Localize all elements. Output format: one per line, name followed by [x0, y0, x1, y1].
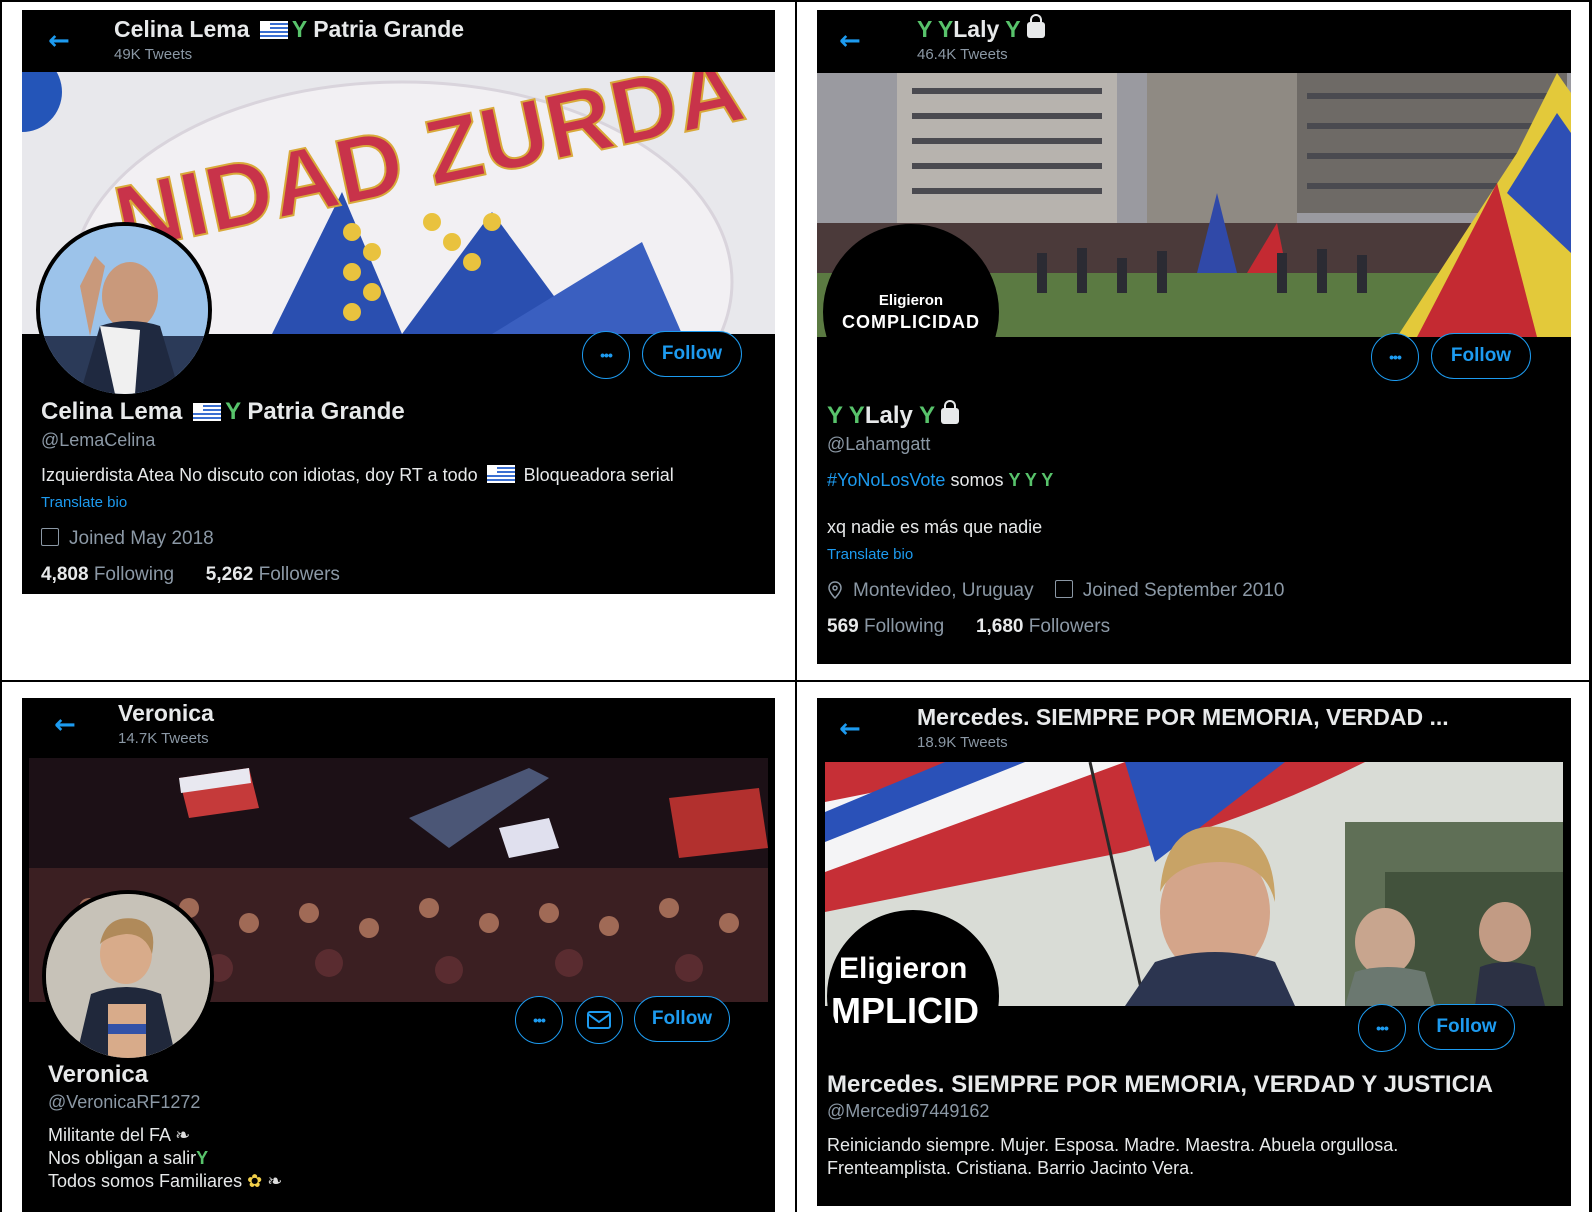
profile-panel-veronica: ← Veronica 14.7K Tweets ••• Follow Veron…: [22, 698, 775, 1212]
follow-button[interactable]: Follow: [634, 996, 730, 1042]
hashtag-link[interactable]: #YoNoLosVote: [827, 470, 945, 490]
sprout-icon: Y Y: [917, 16, 954, 42]
follow-button[interactable]: Follow: [1431, 333, 1531, 379]
dove-icon: ❧: [267, 1171, 283, 1191]
profile-bio-line1: Militante del FA ❧: [48, 1125, 191, 1145]
profile-bio-line1: #YoNoLosVote somos Y Y Y: [827, 470, 1054, 490]
avatar[interactable]: [42, 890, 214, 1062]
tweet-count: 46.4K Tweets: [917, 46, 1008, 63]
uruguay-flag-icon: [259, 21, 288, 39]
flower-icon: ✿: [247, 1171, 263, 1191]
back-arrow-icon[interactable]: ←: [839, 716, 865, 742]
sprout-icon: Y: [999, 16, 1021, 42]
profile-meta: Montevideo, Uruguay Joined September 201…: [827, 580, 1285, 602]
more-options-button[interactable]: •••: [582, 331, 630, 379]
profile-name: Mercedes. SIEMPRE POR MEMORIA, VERDAD Y …: [827, 1071, 1493, 1098]
tweet-count: 49K Tweets: [114, 46, 193, 63]
profile-bio-line2: xq nadie es más que nadie: [827, 517, 1043, 537]
sprout-icon: Y: [225, 398, 241, 425]
envelope-icon: [587, 1011, 611, 1029]
sprout-icon: Y: [196, 1148, 209, 1168]
avatar-caption-line1: Eligieron: [878, 292, 944, 309]
header-name: Veronica: [118, 700, 214, 726]
back-arrow-icon[interactable]: ←: [839, 28, 865, 54]
sprout-icon: Y: [912, 402, 936, 429]
back-arrow-icon[interactable]: ←: [48, 28, 74, 54]
profile-handle: @LemaCelina: [41, 430, 156, 450]
profile-bio: Izquierdista Atea No discuto con idiotas…: [41, 465, 674, 485]
more-options-button[interactable]: •••: [515, 996, 563, 1044]
lock-icon: [941, 400, 960, 424]
more-options-button[interactable]: •••: [1358, 1004, 1406, 1052]
top-bar: ← Celina Lema Y Patria Grande 49K Tweets: [22, 10, 775, 72]
header-name: Y YLaly Y: [917, 14, 1045, 43]
profile-bio-line2: Frenteamplista. Cristiana. Barrio Jacint…: [827, 1158, 1195, 1178]
profile-panel-laly: ← Y YLaly Y 46.4K Tweets Eligieron COMPL…: [817, 10, 1571, 664]
profile-handle: @Lahamgatt: [827, 434, 931, 454]
translate-bio-link[interactable]: Translate bio: [41, 494, 127, 511]
message-button[interactable]: [575, 996, 623, 1044]
avatar-caption-line2: MPLICID: [831, 990, 979, 1031]
profile-handle: @Mercedi97449162: [827, 1101, 990, 1121]
follow-button[interactable]: Follow: [642, 331, 742, 377]
sprout-icon: Y Y: [827, 402, 865, 429]
location-pin-icon: [828, 581, 842, 599]
profile-bio-line2: Nos obligan a salirY: [48, 1148, 209, 1168]
following-link[interactable]: 569 Following: [827, 616, 944, 637]
grid-divider-vertical: [795, 0, 797, 1212]
avatar-photo: [40, 226, 208, 394]
calendar-icon: [41, 528, 59, 546]
profile-bio-line1: Reiniciando siempre. Mujer. Esposa. Madr…: [827, 1135, 1399, 1155]
sprout-icon: Y: [291, 16, 307, 42]
top-bar: ← Y YLaly Y 46.4K Tweets: [817, 10, 1571, 72]
follow-stats: 4,808 Following 5,262 Followers: [41, 564, 340, 586]
profile-panel-celina: ← Celina Lema Y Patria Grande 49K Tweets…: [22, 10, 775, 594]
calendar-icon: [1054, 580, 1073, 598]
dove-icon: ❧: [175, 1125, 191, 1145]
follow-button[interactable]: Follow: [1418, 1004, 1515, 1050]
header-name: Mercedes. SIEMPRE POR MEMORIA, VERDAD ..…: [917, 704, 1449, 730]
header-name: Celina Lema Y Patria Grande: [114, 16, 465, 42]
tweet-count: 14.7K Tweets: [118, 730, 209, 747]
lock-icon: [1026, 14, 1045, 38]
followers-link[interactable]: 1,680 Followers: [976, 616, 1110, 637]
profile-bio-line3: Todos somos Familiares ✿ ❧: [48, 1171, 283, 1191]
profile-name: Veronica: [48, 1061, 149, 1088]
avatar-caption-line2: COMPLICIDAD: [842, 312, 980, 332]
back-arrow-icon[interactable]: ←: [54, 712, 80, 738]
avatar[interactable]: [36, 222, 212, 398]
grid-border-left: [0, 0, 2, 1212]
more-options-button[interactable]: •••: [1371, 333, 1419, 381]
grid-divider-horizontal: [0, 680, 1592, 682]
avatar-photo: [46, 894, 210, 1058]
avatar[interactable]: Eligieron COMPLICIDAD: [823, 224, 999, 400]
avatar[interactable]: Eligieron MPLICID: [827, 910, 999, 1082]
profile-panel-mercedes: ← Mercedes. SIEMPRE POR MEMORIA, VERDAD …: [817, 698, 1571, 1206]
profile-name: Celina Lema Y Patria Grande: [41, 398, 405, 425]
followers-link[interactable]: 5,262 Followers: [206, 564, 340, 585]
translate-bio-link[interactable]: Translate bio: [827, 546, 913, 563]
profile-name: Y YLaly Y: [827, 400, 960, 430]
profile-handle: @VeronicaRF1272: [48, 1092, 201, 1112]
sprout-icon: Y Y Y: [1008, 470, 1054, 490]
uruguay-flag-icon: [193, 403, 222, 421]
avatar-caption-line1: Eligieron: [839, 952, 968, 985]
uruguay-flag-icon: [486, 465, 515, 483]
follow-stats: 569 Following 1,680 Followers: [827, 616, 1110, 638]
top-bar: ← Veronica 14.7K Tweets: [22, 698, 775, 760]
tweet-count: 18.9K Tweets: [917, 734, 1008, 751]
following-link[interactable]: 4,808 Following: [41, 564, 174, 585]
joined-date: Joined May 2018: [41, 528, 214, 550]
top-bar: ← Mercedes. SIEMPRE POR MEMORIA, VERDAD …: [817, 698, 1571, 760]
